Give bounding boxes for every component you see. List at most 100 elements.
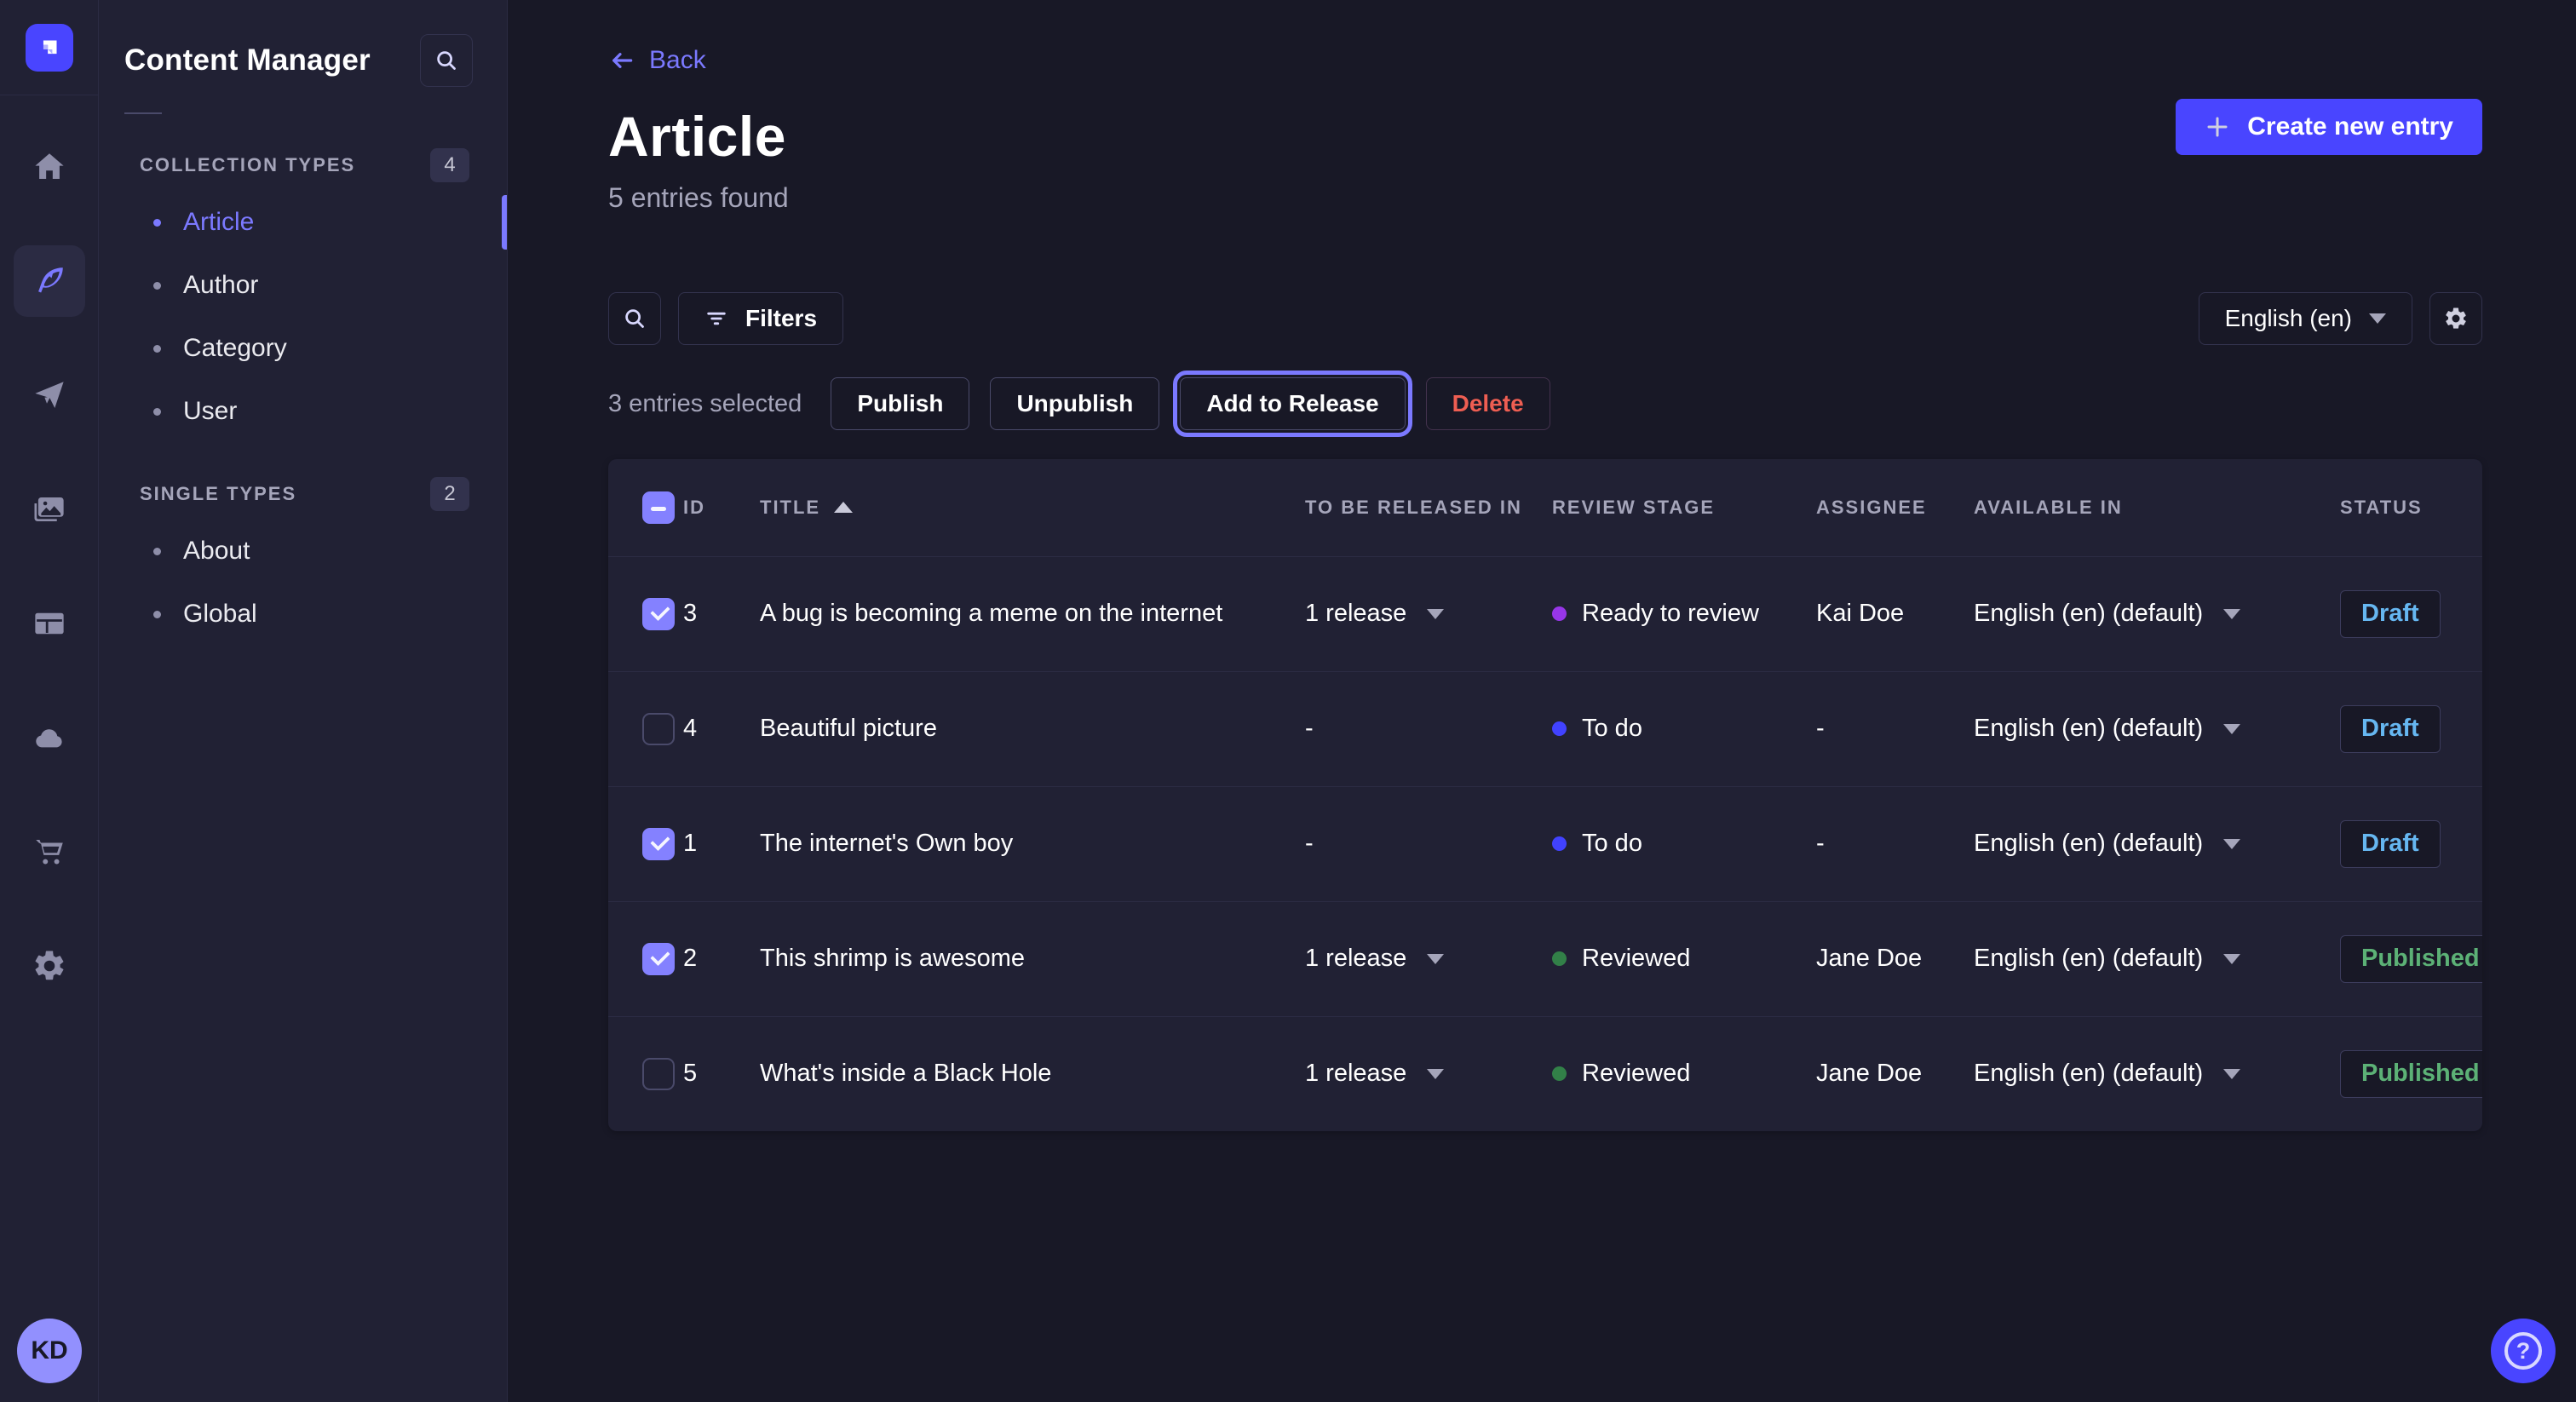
selection-bar: 3 entries selected Publish Unpublish Add… <box>608 377 2482 430</box>
filters-button[interactable]: Filters <box>678 292 843 345</box>
chevron-down-icon <box>2223 1069 2240 1079</box>
list-search-button[interactable] <box>608 292 661 345</box>
cell-id: 4 <box>683 671 760 786</box>
table-row[interactable]: 3 A bug is becoming a meme on the intern… <box>608 556 2482 671</box>
select-all-checkbox[interactable] <box>642 491 675 524</box>
bullet-icon <box>153 345 161 353</box>
sidebar-item-article[interactable]: Article <box>99 191 507 254</box>
collection-types-section: COLLECTION TYPES 4 Article Author Catego… <box>99 148 507 443</box>
cell-id: 2 <box>683 901 760 1016</box>
row-checkbox[interactable] <box>642 1058 675 1090</box>
releases-paper-plane-icon <box>32 377 67 413</box>
sidebar-item-label: About <box>183 537 250 566</box>
locale-dropdown[interactable]: English (en) (default) <box>1974 600 2240 628</box>
sidebar-item-category[interactable]: Category <box>99 317 507 380</box>
column-header-title-sort[interactable]: TITLE <box>760 497 853 519</box>
release-dropdown[interactable]: 1 release <box>1305 600 1444 628</box>
chevron-down-icon <box>1427 1069 1444 1079</box>
cell-id: 3 <box>683 556 760 671</box>
section-label: COLLECTION TYPES <box>140 154 355 176</box>
cell-assignee: Jane Doe <box>1816 1016 1974 1131</box>
column-header-status: STATUS <box>2340 459 2482 556</box>
row-checkbox[interactable] <box>642 828 675 860</box>
stage-dot-icon <box>1552 721 1567 736</box>
status-badge: Published <box>2340 935 2482 983</box>
section-count-badge: 4 <box>430 148 469 182</box>
review-stage: To do <box>1552 715 1642 743</box>
question-mark-icon: ? <box>2504 1332 2542 1370</box>
cell-title: A bug is becoming a meme on the internet <box>760 556 1305 671</box>
back-link[interactable]: Back <box>608 46 706 75</box>
locale-dropdown[interactable]: English (en) (default) <box>1974 1060 2240 1088</box>
section-label: SINGLE TYPES <box>140 483 296 505</box>
chevron-down-icon <box>2223 609 2240 619</box>
row-checkbox[interactable] <box>642 943 675 975</box>
publish-button[interactable]: Publish <box>831 377 969 430</box>
stage-dot-icon <box>1552 1066 1567 1081</box>
back-label: Back <box>649 46 706 75</box>
locale-dropdown[interactable]: English (en) (default) <box>1974 830 2240 858</box>
user-avatar[interactable]: KD <box>17 1319 82 1383</box>
sort-asc-icon <box>834 502 853 513</box>
table-row[interactable]: 5 What's inside a Black Hole 1 release R… <box>608 1016 2482 1131</box>
chevron-down-icon <box>2223 954 2240 964</box>
delete-button[interactable]: Delete <box>1426 377 1550 430</box>
sidebar-title: Content Manager <box>124 43 371 78</box>
column-header-review-stage: REVIEW STAGE <box>1552 459 1816 556</box>
row-checkbox[interactable] <box>642 713 675 745</box>
sidebar-item-user[interactable]: User <box>99 380 507 443</box>
cell-assignee: Jane Doe <box>1816 901 1974 1016</box>
locale-select[interactable]: English (en) <box>2199 292 2412 345</box>
bullet-icon <box>153 611 161 618</box>
sidebar-search-button[interactable] <box>420 34 473 87</box>
cell-assignee: - <box>1816 786 1974 901</box>
locale-dropdown[interactable]: English (en) (default) <box>1974 945 2240 973</box>
sidebar-item-about[interactable]: About <box>99 520 507 583</box>
release-dropdown[interactable]: 1 release <box>1305 1060 1444 1088</box>
column-header-id[interactable]: ID <box>683 459 760 556</box>
nav-deploy[interactable] <box>14 702 85 773</box>
status-badge: Draft <box>2340 705 2441 753</box>
unpublish-button[interactable]: Unpublish <box>990 377 1159 430</box>
table-row[interactable]: 2 This shrimp is awesome 1 release Revie… <box>608 901 2482 1016</box>
chevron-down-icon <box>2223 839 2240 849</box>
column-header-assignee: ASSIGNEE <box>1816 459 1974 556</box>
nav-content-type-builder[interactable] <box>14 588 85 659</box>
strapi-logo[interactable] <box>26 24 73 72</box>
plus-icon <box>2205 114 2230 140</box>
active-indicator <box>502 195 507 250</box>
nav-media-library[interactable] <box>14 474 85 545</box>
view-settings-button[interactable] <box>2429 292 2482 345</box>
content-type-builder-layout-icon <box>32 606 67 641</box>
create-new-entry-button[interactable]: Create new entry <box>2176 99 2482 155</box>
single-types-section: SINGLE TYPES 2 About Global <box>99 477 507 646</box>
nav-home[interactable] <box>14 131 85 203</box>
add-to-release-button[interactable]: Add to Release <box>1180 377 1405 430</box>
status-badge: Published <box>2340 1050 2482 1098</box>
cell-id: 1 <box>683 786 760 901</box>
nav-content-manager[interactable] <box>14 245 85 317</box>
sidebar-item-label: User <box>183 397 237 426</box>
filter-icon <box>704 307 728 330</box>
table-row[interactable]: 4 Beautiful picture - To do - English (e… <box>608 671 2482 786</box>
cell-assignee: - <box>1816 671 1974 786</box>
sidebar-item-author[interactable]: Author <box>99 254 507 317</box>
locale-dropdown[interactable]: English (en) (default) <box>1974 715 2240 743</box>
nav-releases[interactable] <box>14 359 85 431</box>
table-row[interactable]: 1 The internet's Own boy - To do - Engli… <box>608 786 2482 901</box>
bullet-icon <box>153 282 161 290</box>
row-checkbox[interactable] <box>642 598 675 630</box>
status-badge: Draft <box>2340 590 2441 638</box>
rail-header <box>0 0 98 95</box>
help-button[interactable]: ? <box>2491 1319 2556 1383</box>
search-icon <box>434 48 459 73</box>
cell-release: - <box>1305 671 1552 786</box>
entries-table: ID TITLE TO BE RELEASED IN REVIEW STAGE … <box>608 459 2482 1131</box>
release-dropdown[interactable]: 1 release <box>1305 945 1444 973</box>
content-manager-feather-icon <box>32 263 67 299</box>
chevron-down-icon <box>2223 724 2240 734</box>
sidebar-item-global[interactable]: Global <box>99 583 507 646</box>
chevron-down-icon <box>2369 313 2386 324</box>
nav-marketplace[interactable] <box>14 816 85 888</box>
nav-settings[interactable] <box>14 930 85 1002</box>
